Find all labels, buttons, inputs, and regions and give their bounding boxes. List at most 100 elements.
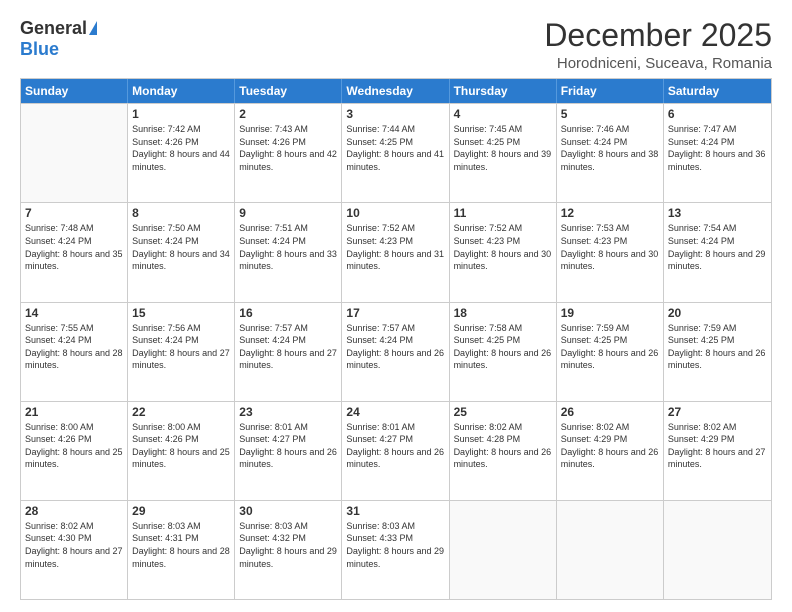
cal-cell: 23 Sunrise: 8:01 AMSunset: 4:27 PMDayligh…: [235, 402, 342, 500]
cal-header-wednesday: Wednesday: [342, 79, 449, 103]
day-info: Sunrise: 8:01 AMSunset: 4:27 PMDaylight:…: [239, 421, 337, 471]
cal-header-monday: Monday: [128, 79, 235, 103]
cal-cell: [21, 104, 128, 202]
cal-cell: [664, 501, 771, 599]
cal-week-1: 1 Sunrise: 7:42 AMSunset: 4:26 PMDaylight…: [21, 103, 771, 202]
day-number: 22: [132, 405, 230, 419]
day-info: Sunrise: 7:57 AMSunset: 4:24 PMDaylight:…: [346, 322, 444, 372]
header: General Blue December 2025 Horodniceni, …: [20, 18, 772, 72]
day-info: Sunrise: 7:58 AMSunset: 4:25 PMDaylight:…: [454, 322, 552, 372]
title-section: December 2025 Horodniceni, Suceava, Roma…: [544, 18, 772, 72]
calendar: SundayMondayTuesdayWednesdayThursdayFrid…: [20, 78, 772, 600]
day-info: Sunrise: 8:02 AMSunset: 4:30 PMDaylight:…: [25, 520, 123, 570]
cal-cell: 1 Sunrise: 7:42 AMSunset: 4:26 PMDaylight…: [128, 104, 235, 202]
day-info: Sunrise: 7:52 AMSunset: 4:23 PMDaylight:…: [346, 222, 444, 272]
cal-cell: 17 Sunrise: 7:57 AMSunset: 4:24 PMDayligh…: [342, 303, 449, 401]
cal-header-sunday: Sunday: [21, 79, 128, 103]
main-title: December 2025: [544, 18, 772, 53]
cal-cell: 11 Sunrise: 7:52 AMSunset: 4:23 PMDayligh…: [450, 203, 557, 301]
day-info: Sunrise: 7:44 AMSunset: 4:25 PMDaylight:…: [346, 123, 444, 173]
day-info: Sunrise: 8:00 AMSunset: 4:26 PMDaylight:…: [132, 421, 230, 471]
subtitle: Horodniceni, Suceava, Romania: [544, 55, 772, 72]
day-info: Sunrise: 8:00 AMSunset: 4:26 PMDaylight:…: [25, 421, 123, 471]
day-info: Sunrise: 8:03 AMSunset: 4:32 PMDaylight:…: [239, 520, 337, 570]
day-number: 12: [561, 206, 659, 220]
day-info: Sunrise: 7:59 AMSunset: 4:25 PMDaylight:…: [561, 322, 659, 372]
cal-header-tuesday: Tuesday: [235, 79, 342, 103]
day-info: Sunrise: 7:59 AMSunset: 4:25 PMDaylight:…: [668, 322, 767, 372]
cal-cell: 21 Sunrise: 8:00 AMSunset: 4:26 PMDayligh…: [21, 402, 128, 500]
day-info: Sunrise: 8:02 AMSunset: 4:29 PMDaylight:…: [668, 421, 767, 471]
day-number: 14: [25, 306, 123, 320]
day-info: Sunrise: 7:42 AMSunset: 4:26 PMDaylight:…: [132, 123, 230, 173]
day-info: Sunrise: 8:02 AMSunset: 4:29 PMDaylight:…: [561, 421, 659, 471]
day-info: Sunrise: 7:52 AMSunset: 4:23 PMDaylight:…: [454, 222, 552, 272]
page: General Blue December 2025 Horodniceni, …: [0, 0, 792, 612]
day-number: 1: [132, 107, 230, 121]
day-number: 28: [25, 504, 123, 518]
cal-week-5: 28 Sunrise: 8:02 AMSunset: 4:30 PMDayligh…: [21, 500, 771, 599]
day-info: Sunrise: 7:43 AMSunset: 4:26 PMDaylight:…: [239, 123, 337, 173]
cal-cell: 2 Sunrise: 7:43 AMSunset: 4:26 PMDaylight…: [235, 104, 342, 202]
day-info: Sunrise: 7:47 AMSunset: 4:24 PMDaylight:…: [668, 123, 767, 173]
cal-cell: 28 Sunrise: 8:02 AMSunset: 4:30 PMDayligh…: [21, 501, 128, 599]
cal-cell: 10Sunrise: 7:52 AMSunset: 4:23 PMDayligh…: [342, 203, 449, 301]
day-info: Sunrise: 7:57 AMSunset: 4:24 PMDaylight:…: [239, 322, 337, 372]
cal-week-4: 21 Sunrise: 8:00 AMSunset: 4:26 PMDayligh…: [21, 401, 771, 500]
cal-cell: 5Sunrise: 7:46 AMSunset: 4:24 PMDaylight…: [557, 104, 664, 202]
day-info: Sunrise: 7:46 AMSunset: 4:24 PMDaylight:…: [561, 123, 659, 173]
day-number: 24: [346, 405, 444, 419]
cal-cell: 22 Sunrise: 8:00 AMSunset: 4:26 PMDayligh…: [128, 402, 235, 500]
day-number: 30: [239, 504, 337, 518]
day-info: Sunrise: 8:01 AMSunset: 4:27 PMDaylight:…: [346, 421, 444, 471]
day-number: 15: [132, 306, 230, 320]
cal-cell: 19Sunrise: 7:59 AMSunset: 4:25 PMDayligh…: [557, 303, 664, 401]
cal-week-2: 7 Sunrise: 7:48 AMSunset: 4:24 PMDaylight…: [21, 202, 771, 301]
day-number: 27: [668, 405, 767, 419]
day-number: 8: [132, 206, 230, 220]
logo-general-text: General: [20, 18, 87, 39]
day-info: Sunrise: 7:56 AMSunset: 4:24 PMDaylight:…: [132, 322, 230, 372]
cal-cell: 8 Sunrise: 7:50 AMSunset: 4:24 PMDaylight…: [128, 203, 235, 301]
cal-cell: 20Sunrise: 7:59 AMSunset: 4:25 PMDayligh…: [664, 303, 771, 401]
day-number: 2: [239, 107, 337, 121]
day-number: 21: [25, 405, 123, 419]
day-info: Sunrise: 7:50 AMSunset: 4:24 PMDaylight:…: [132, 222, 230, 272]
cal-cell: 12 Sunrise: 7:53 AMSunset: 4:23 PMDayligh…: [557, 203, 664, 301]
cal-cell: 29 Sunrise: 8:03 AMSunset: 4:31 PMDayligh…: [128, 501, 235, 599]
day-info: Sunrise: 7:45 AMSunset: 4:25 PMDaylight:…: [454, 123, 552, 173]
day-number: 6: [668, 107, 767, 121]
cal-cell: 16Sunrise: 7:57 AMSunset: 4:24 PMDayligh…: [235, 303, 342, 401]
day-info: Sunrise: 8:03 AMSunset: 4:33 PMDaylight:…: [346, 520, 444, 570]
cal-cell: 3 Sunrise: 7:44 AMSunset: 4:25 PMDaylight…: [342, 104, 449, 202]
logo-triangle-icon: [89, 21, 97, 35]
day-number: 9: [239, 206, 337, 220]
calendar-header: SundayMondayTuesdayWednesdayThursdayFrid…: [21, 79, 771, 103]
day-number: 11: [454, 206, 552, 220]
day-info: Sunrise: 7:53 AMSunset: 4:23 PMDaylight:…: [561, 222, 659, 272]
day-number: 4: [454, 107, 552, 121]
cal-cell: 27 Sunrise: 8:02 AMSunset: 4:29 PMDayligh…: [664, 402, 771, 500]
cal-cell: 18Sunrise: 7:58 AMSunset: 4:25 PMDayligh…: [450, 303, 557, 401]
day-number: 13: [668, 206, 767, 220]
cal-cell: 31Sunrise: 8:03 AMSunset: 4:33 PMDayligh…: [342, 501, 449, 599]
cal-cell: 6 Sunrise: 7:47 AMSunset: 4:24 PMDaylight…: [664, 104, 771, 202]
day-info: Sunrise: 8:02 AMSunset: 4:28 PMDaylight:…: [454, 421, 552, 471]
day-number: 7: [25, 206, 123, 220]
cal-cell: 24 Sunrise: 8:01 AMSunset: 4:27 PMDayligh…: [342, 402, 449, 500]
day-info: Sunrise: 8:03 AMSunset: 4:31 PMDaylight:…: [132, 520, 230, 570]
day-info: Sunrise: 7:55 AMSunset: 4:24 PMDaylight:…: [25, 322, 123, 372]
cal-header-friday: Friday: [557, 79, 664, 103]
day-number: 29: [132, 504, 230, 518]
day-number: 26: [561, 405, 659, 419]
day-number: 3: [346, 107, 444, 121]
logo-blue-text: Blue: [20, 39, 59, 60]
day-number: 17: [346, 306, 444, 320]
cal-cell: 26 Sunrise: 8:02 AMSunset: 4:29 PMDayligh…: [557, 402, 664, 500]
cal-cell: [557, 501, 664, 599]
cal-cell: 9 Sunrise: 7:51 AMSunset: 4:24 PMDaylight…: [235, 203, 342, 301]
cal-cell: 15 Sunrise: 7:56 AMSunset: 4:24 PMDayligh…: [128, 303, 235, 401]
day-info: Sunrise: 7:51 AMSunset: 4:24 PMDaylight:…: [239, 222, 337, 272]
day-info: Sunrise: 7:48 AMSunset: 4:24 PMDaylight:…: [25, 222, 123, 272]
day-number: 23: [239, 405, 337, 419]
